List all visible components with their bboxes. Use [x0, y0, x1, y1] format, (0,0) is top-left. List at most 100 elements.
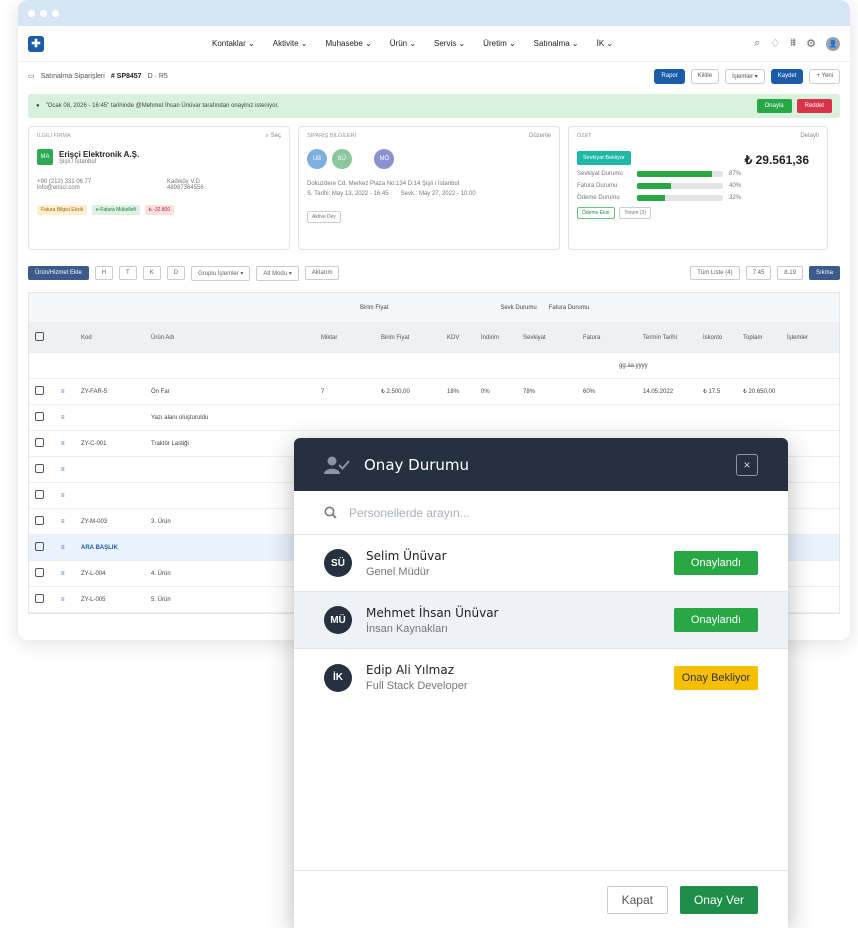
bell-icon[interactable]: ♢ — [770, 37, 780, 50]
order-edit-link[interactable]: Düzenle — [529, 133, 551, 139]
group-ops-dropdown[interactable]: Gruplu İşlemler ▾ — [191, 265, 251, 281]
cell-disc: 0% — [481, 388, 490, 395]
lock-button[interactable]: Kilitle — [690, 68, 720, 84]
drag-handle-icon[interactable]: ≡ — [55, 441, 75, 447]
progress-row-payment: Ödeme Durumu 32% — [577, 195, 819, 201]
cell-qty: 7 — [321, 388, 325, 395]
info-icon: ● — [36, 103, 40, 109]
bubble-su[interactable]: SÜ — [331, 149, 352, 169]
menu-item-activity[interactable]: Aktivite ⌄ — [273, 39, 308, 48]
firm-select-link[interactable]: ⌕ Seç — [266, 133, 281, 140]
format-t-button[interactable]: T — [119, 266, 137, 280]
breadcrumb[interactable]: Satınalma Siparişleri — [41, 73, 105, 80]
col-code[interactable]: Kod — [75, 335, 145, 341]
col-discount[interactable]: İndirim — [475, 335, 517, 341]
row-checkbox[interactable] — [35, 412, 44, 421]
close-icon[interactable]: × — [736, 453, 758, 476]
actions-dropdown[interactable]: İşlemler ▾ — [725, 68, 765, 84]
add-product-button[interactable]: Ürün/Hizmet Ekle — [28, 266, 89, 280]
approver-avatar: MÜ — [324, 606, 352, 634]
date-filter-input[interactable]: gg.aa.yyyy — [613, 363, 654, 369]
format-k-button[interactable]: K — [142, 266, 161, 280]
col-total[interactable]: Toplam — [737, 335, 781, 341]
company-email[interactable]: info@erisci.com — [37, 185, 167, 191]
approve-button[interactable]: Onayla — [756, 99, 792, 113]
window-dot[interactable] — [40, 9, 47, 17]
give-approval-button[interactable]: Onay Ver — [679, 885, 758, 914]
menu-item-accounting[interactable]: Muhasebe ⌄ — [325, 39, 371, 48]
row-checkbox[interactable] — [35, 594, 44, 603]
personnel-search-input[interactable] — [349, 505, 729, 520]
drag-handle-icon[interactable]: ≡ — [55, 493, 75, 499]
close-button[interactable]: Kapat — [606, 885, 668, 914]
col-shipment[interactable]: Sevkiyat — [517, 335, 577, 341]
summary-detail-link[interactable]: Detaylı — [800, 133, 819, 139]
progress-bar — [637, 171, 723, 177]
col-qty[interactable]: Miktar — [315, 335, 375, 341]
transfer-button[interactable]: Aktarım — [304, 266, 340, 280]
drag-handle-icon[interactable]: ≡ — [55, 545, 75, 551]
cell-kdv: 18% — [447, 388, 460, 395]
row-checkbox[interactable] — [35, 542, 44, 551]
bubble-ub[interactable]: UB — [307, 149, 327, 169]
drag-handle-icon[interactable]: ≡ — [55, 415, 75, 421]
compact-button[interactable]: Sıkma — [808, 266, 840, 280]
edit-mode-dropdown[interactable]: Alt Modu ▾ — [256, 265, 299, 281]
cell-code: ZY-L-004 — [81, 570, 106, 577]
approver-avatar: SÜ — [324, 549, 352, 577]
format-d-button[interactable]: D — [166, 266, 186, 280]
search-icon[interactable]: ⌕ — [754, 37, 760, 50]
drag-handle-icon[interactable]: ≡ — [55, 597, 75, 603]
activate-button[interactable]: Aktive Dey — [307, 211, 341, 223]
list-filter[interactable]: Tüm Liste (4) — [690, 266, 740, 280]
window-dot[interactable] — [28, 9, 35, 17]
col-price[interactable]: Birim Fiyat — [375, 335, 441, 341]
order-card-title: SİPARİŞ BİLGİLERİ — [307, 133, 357, 139]
approver-row[interactable]: MÜ Mehmet İhsan Ünüvar İnsan Kaynakları … — [294, 592, 788, 649]
table-row[interactable]: ≡ ZY-FAR-5 Ön Far 7 ₺ 2.500,00 18% 0% 78% 60% 14.… — [29, 379, 839, 405]
menu-item-hr[interactable]: İK ⌄ — [597, 39, 613, 48]
approver-role: Full Stack Developer — [366, 680, 468, 692]
row-checkbox[interactable] — [35, 386, 44, 395]
menu-item-contacts[interactable]: Kontaklar ⌄ — [212, 39, 255, 48]
menu-item-service[interactable]: Servis ⌄ — [434, 39, 465, 48]
menu-item-production[interactable]: Üretim ⌄ — [483, 39, 515, 48]
drag-handle-icon[interactable]: ≡ — [55, 571, 75, 577]
gear-icon[interactable]: ⚙ — [806, 37, 816, 50]
report-button[interactable]: Rapor — [654, 68, 685, 84]
user-avatar[interactable]: 👤 — [826, 36, 840, 51]
col-name[interactable]: Ürün Adı — [145, 335, 315, 341]
row-checkbox[interactable] — [35, 490, 44, 499]
drag-handle-icon[interactable]: ≡ — [55, 519, 75, 525]
col-iskonto[interactable]: İskonto — [697, 335, 737, 341]
progress-row-shipment: Sevkiyat Durumu 87% — [577, 171, 819, 177]
company-name[interactable]: Erişçi Elektronik A.Ş. — [59, 150, 139, 159]
window-dot[interactable] — [52, 9, 59, 17]
menu-item-purchasing[interactable]: Satınalma ⌄ — [534, 39, 579, 48]
row-checkbox[interactable] — [35, 464, 44, 473]
app-logo[interactable]: ✚ — [28, 35, 44, 52]
add-payment-button[interactable]: Ödeme Ekle — [577, 207, 615, 219]
bubble-mo[interactable]: MÖ — [374, 149, 395, 169]
new-button[interactable]: + Yeni — [809, 68, 840, 84]
chart-icon[interactable]: ⩩ — [790, 37, 796, 50]
table-row[interactable]: ≡ Yazı alanı oluşturuldu — [29, 405, 839, 431]
col-invoice[interactable]: Fatura — [577, 335, 637, 341]
reject-button[interactable]: Reddet — [796, 99, 832, 113]
select-all-checkbox[interactable] — [35, 332, 44, 341]
save-button[interactable]: Kaydet — [770, 68, 804, 84]
col-kdv[interactable]: KDV — [441, 335, 475, 341]
approver-row[interactable]: SÜ Selim Ünüvar Genel Müdür Onaylandı — [294, 535, 788, 592]
comments-button[interactable]: Yorum (3) — [619, 207, 651, 219]
row-checkbox[interactable] — [35, 438, 44, 447]
status-button[interactable]: Sevkiyat Bekliyor — [577, 151, 631, 165]
col-due-date[interactable]: Termin Tarihi — [637, 335, 697, 341]
drag-handle-icon[interactable]: ≡ — [55, 467, 75, 473]
status-badge: Onaylandı — [674, 608, 758, 632]
row-checkbox[interactable] — [35, 568, 44, 577]
row-checkbox[interactable] — [35, 516, 44, 525]
approver-row[interactable]: İK Edip Ali Yılmaz Full Stack Developer … — [294, 649, 788, 706]
drag-handle-icon[interactable]: ≡ — [55, 389, 75, 395]
format-h-button[interactable]: H — [94, 266, 114, 280]
menu-item-product[interactable]: Ürün ⌄ — [390, 39, 416, 48]
